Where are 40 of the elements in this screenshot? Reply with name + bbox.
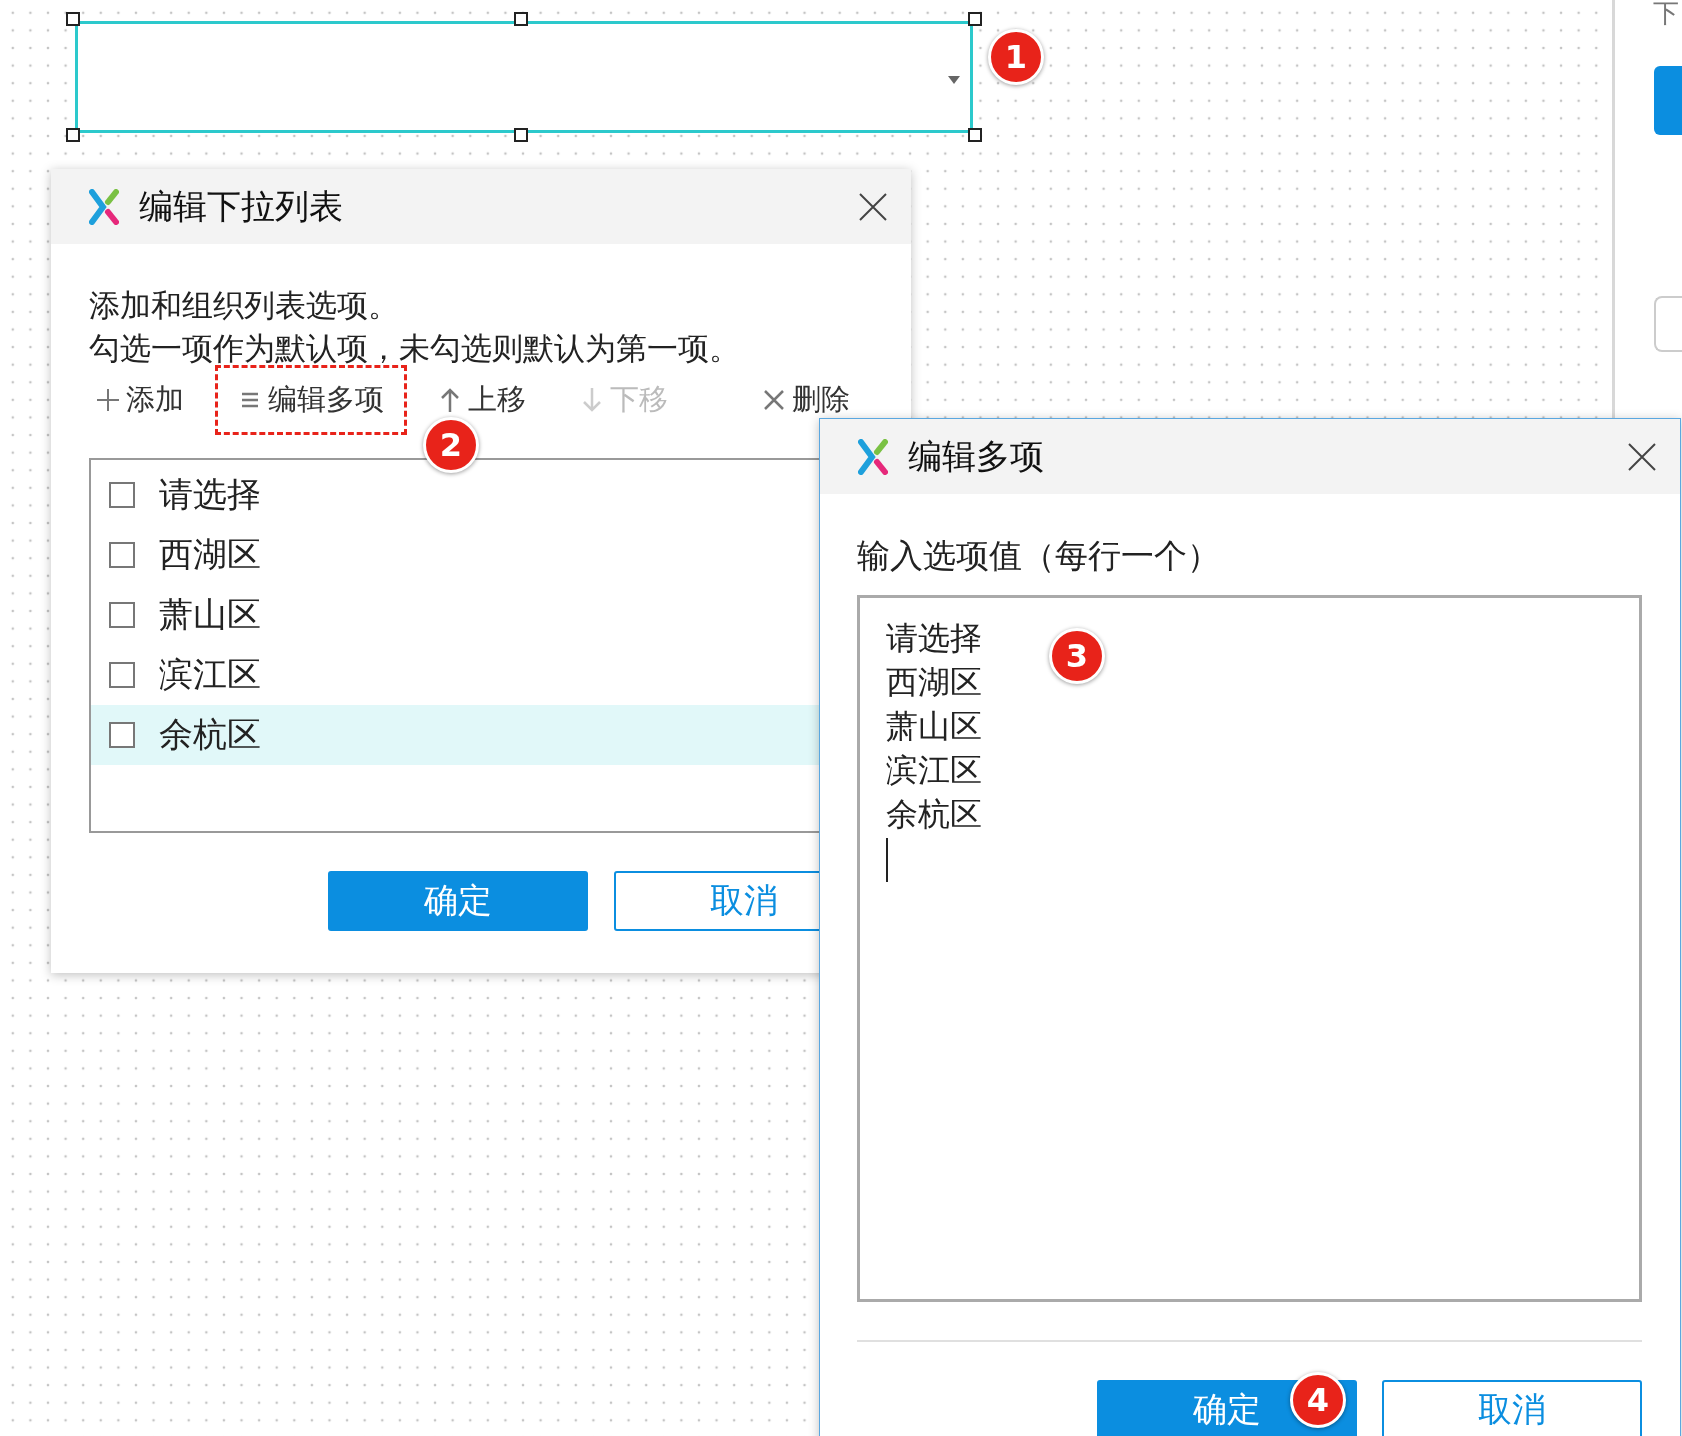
resize-handle[interactable] [968, 128, 982, 142]
text-cursor [886, 838, 888, 882]
description-text: 勾选一项作为默认项，未勾选则默认为第一项。 [89, 329, 741, 368]
option-label: 萧山区 [159, 593, 261, 636]
dialog-title: 编辑多项 [908, 434, 1044, 478]
resize-handle[interactable] [66, 128, 80, 142]
toolbar-button[interactable]: 删除 [739, 365, 873, 435]
panel-heading: 下 [1653, 0, 1679, 30]
toolbar-button[interactable]: 编辑多项 [215, 365, 407, 435]
option-label: 余杭区 [159, 713, 261, 756]
description-text: 添加和组织列表选项。 [89, 286, 400, 325]
plus-icon [96, 387, 120, 413]
checkbox[interactable] [109, 482, 135, 508]
field-label: 输入选项值（每行一个） [857, 535, 1221, 577]
resize-handle[interactable] [968, 12, 982, 26]
checkbox[interactable] [109, 542, 135, 568]
checkbox[interactable] [109, 602, 135, 628]
arrow-down-icon [580, 387, 604, 413]
close-icon[interactable] [1628, 443, 1656, 471]
logo-icon [858, 438, 888, 475]
close-icon[interactable] [859, 193, 887, 221]
confirm-button[interactable]: 确定 [328, 871, 588, 931]
option-label: 请选择 [159, 473, 261, 516]
checkbox[interactable] [109, 722, 135, 748]
resize-handle[interactable] [66, 12, 80, 26]
text-line: 萧山区 [886, 706, 982, 747]
cancel-button[interactable]: 取消 [1382, 1380, 1642, 1436]
text-line: 西湖区 [886, 662, 982, 703]
text-line: 请选择 [886, 618, 982, 659]
resize-handle[interactable] [514, 128, 528, 142]
option-label: 西湖区 [159, 533, 261, 576]
dialog-title: 编辑下拉列表 [139, 184, 343, 228]
option-label: 滨江区 [159, 653, 261, 696]
text-line: 余杭区 [886, 794, 982, 835]
toolbar-button[interactable]: 添加 [93, 365, 207, 435]
logo-icon [89, 188, 119, 225]
checkbox[interactable] [109, 662, 135, 688]
resize-handle[interactable] [514, 12, 528, 26]
panel-field[interactable] [1654, 296, 1682, 352]
dropdown-caret-icon [948, 76, 960, 84]
